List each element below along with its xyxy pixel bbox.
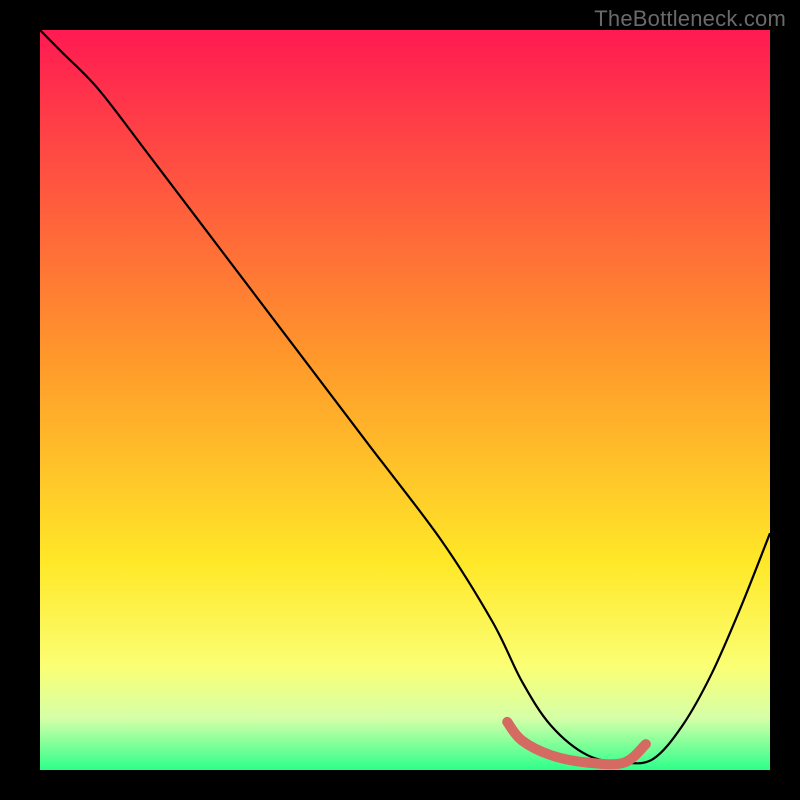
chart-background: [40, 30, 770, 770]
watermark-text: TheBottleneck.com: [594, 6, 786, 32]
chart-svg: [40, 30, 770, 770]
chart-area: [40, 30, 770, 770]
